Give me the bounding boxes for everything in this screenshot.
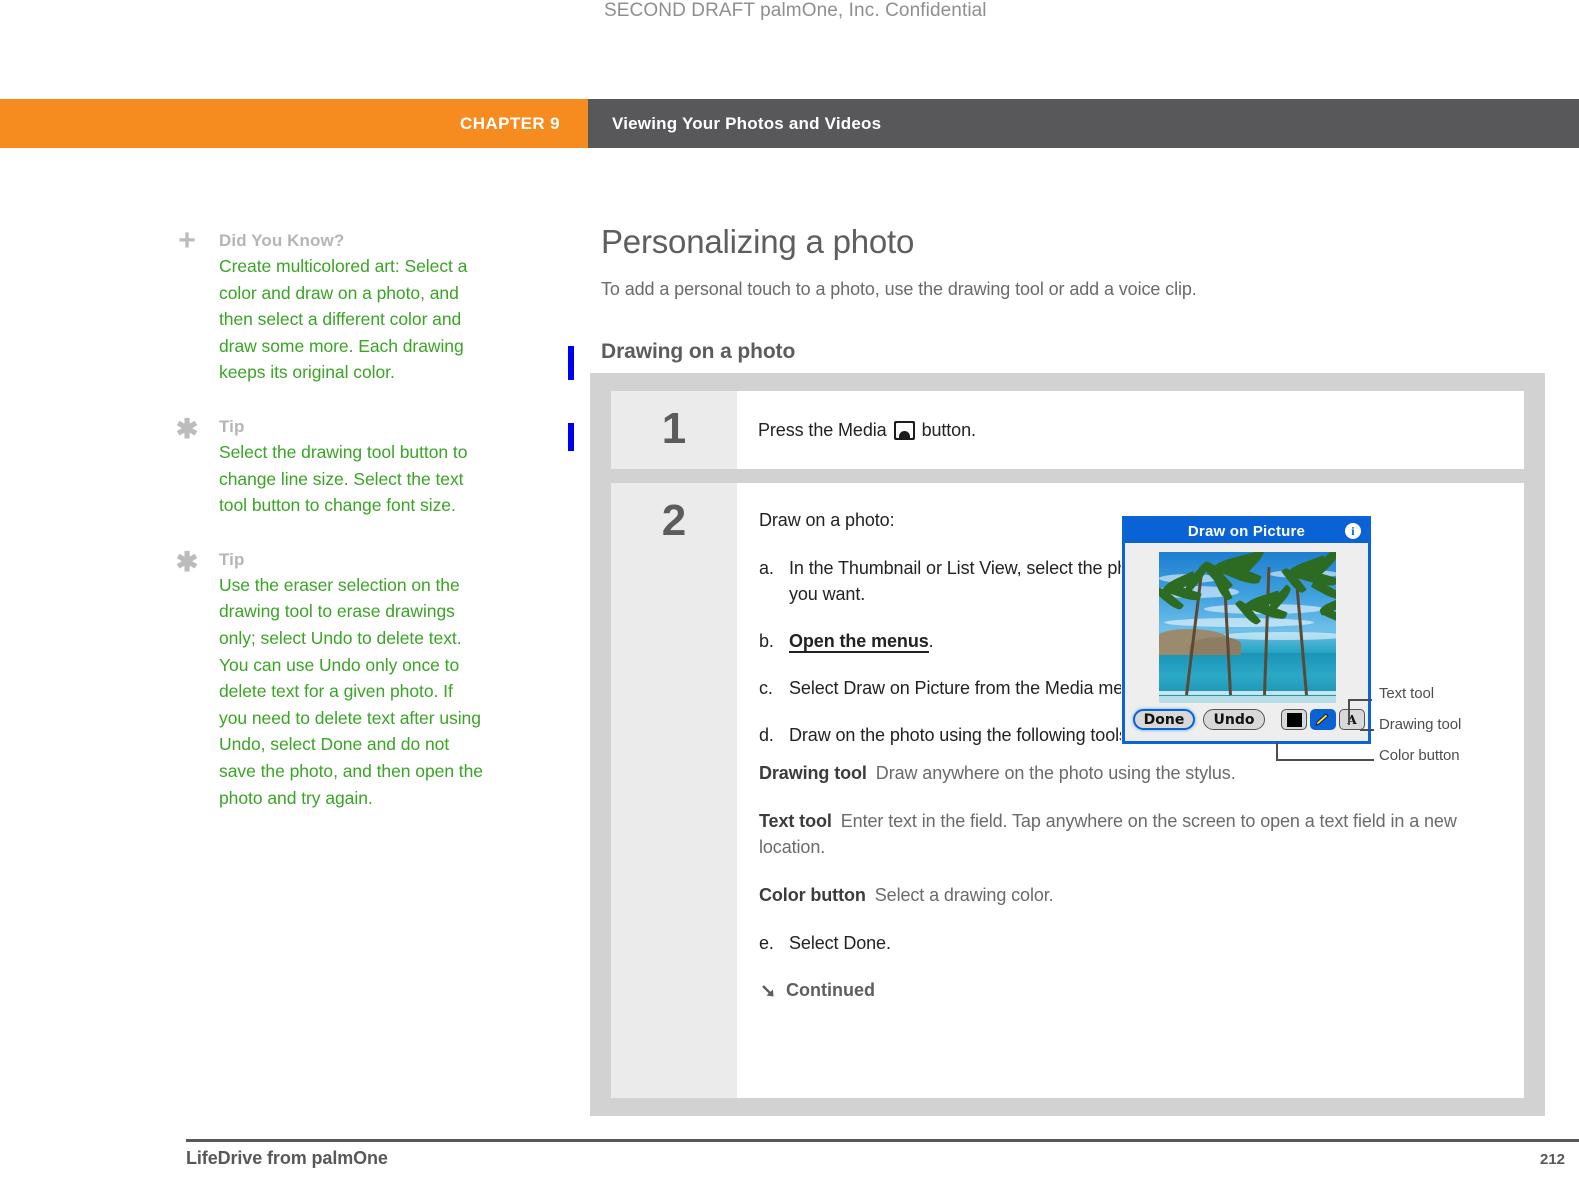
media-button-icon: [893, 420, 915, 440]
text-tool-button[interactable]: A: [1339, 709, 1365, 730]
tip-heading: Tip: [219, 416, 245, 436]
substep-b: b. Open the menus.: [759, 628, 1159, 654]
substep-e: e. Select Done.: [759, 930, 1504, 956]
sidebar-tips: + Did You Know? Create multicolored art:…: [173, 224, 573, 836]
footer-rule: [186, 1139, 1579, 1142]
step-2-lead: Draw on a photo:: [759, 510, 895, 530]
chapter-header-dark-band: Viewing Your Photos and Videos: [588, 99, 1579, 148]
arrow-down-right-icon: [759, 981, 779, 1001]
callout-leader-drawing-tool: [1360, 729, 1374, 731]
draft-watermark: SECOND DRAFT palmOne, Inc. Confidential: [604, 0, 987, 21]
tip-block-drawing-tool: ✱ Tip Select the drawing tool button to …: [173, 414, 573, 519]
step-number-cell: 1: [611, 391, 737, 469]
substep-marker: b.: [759, 631, 774, 651]
continued-indicator: Continued: [759, 980, 1504, 1001]
step-1-instruction: Press the Media button.: [758, 420, 976, 441]
substep-d: d. Draw on the photo using the following…: [759, 722, 1159, 748]
tip-body: Use the eraser selection on the drawing …: [219, 574, 483, 808]
drawing-tool-button[interactable]: [1310, 709, 1336, 730]
substep-c: c. Select Draw on Picture from the Media…: [759, 675, 1159, 701]
footer-product-name: LifeDrive from palmOne: [186, 1148, 388, 1168]
section-intro: To add a personal touch to a photo, use …: [601, 279, 1197, 299]
tip-heading: Did You Know?: [219, 231, 345, 250]
page-title: Viewing Your Photos and Videos: [612, 113, 882, 133]
device-photo: [1159, 552, 1336, 703]
substep-marker: d.: [759, 725, 774, 745]
footer-page-number: 212: [1540, 1151, 1566, 1168]
done-button[interactable]: Done: [1133, 709, 1195, 730]
pencil-icon: [1315, 712, 1329, 726]
section-title: Personalizing a photo: [601, 223, 915, 260]
step-1-text-after: button.: [921, 419, 976, 440]
tool-color: Color button Select a drawing color.: [759, 882, 1504, 908]
substep-text-wrap: Open the menus.: [789, 628, 934, 654]
tool-term: Color button: [759, 885, 866, 905]
foreshore: [1159, 696, 1336, 703]
tool-desc: Enter text in the field. Tap anywhere on…: [759, 811, 1457, 857]
chapter-label: CHAPTER 9: [460, 113, 560, 133]
step-body: Press the Media button.: [737, 391, 1524, 469]
tip-block-eraser: ✱ Tip Use the eraser selection on the dr…: [173, 547, 573, 811]
substep-text: Select Done.: [789, 933, 891, 953]
tool-desc: Select a drawing color.: [874, 885, 1054, 905]
open-the-menus-link[interactable]: Open the menus: [789, 631, 929, 653]
tip-block-did-you-know: + Did You Know? Create multicolored art:…: [173, 224, 573, 386]
callout-leader-color-vertical: [1276, 742, 1278, 760]
tool-desc: Draw anywhere on the photo using the sty…: [875, 763, 1236, 783]
steps-panel: 1 Press the Media button. 2 Draw on a ph…: [590, 373, 1545, 1116]
plus-icon: +: [178, 224, 196, 257]
step-2: 2 Draw on a photo: a. In the Thumbnail o…: [611, 483, 1524, 1098]
device-screenshot: Draw on Picture i Done Undo A: [1122, 516, 1371, 744]
chapter-header: CHAPTER 9 Viewing Your Photos and Videos: [0, 99, 1579, 148]
main-content: Personalizing a photo To add a personal …: [601, 222, 1541, 302]
callout-leader-text-tool-horizontal: [1348, 699, 1372, 701]
substep-marker: c.: [759, 678, 773, 698]
tool-descriptions: Drawing tool Draw anywhere on the photo u…: [759, 760, 1504, 908]
subsection-heading: Drawing on a photo: [601, 340, 796, 363]
device-button-bar: Done Undo A: [1125, 709, 1368, 735]
callout-leader-color-horizontal: [1276, 759, 1374, 761]
step-number-cell: 2: [611, 483, 737, 1098]
substep-text: Select Draw on Picture from the Media me…: [789, 678, 1148, 698]
callout-color-button: Color button: [1379, 747, 1460, 764]
step-2-substeps: Draw on a photo: a. In the Thumbnail or …: [759, 507, 1159, 748]
step-number: 1: [661, 404, 687, 453]
substep-a: a. In the Thumbnail or List View, select…: [759, 555, 1159, 607]
substep-text: Draw on the photo using the following to…: [789, 725, 1133, 745]
continued-label: Continued: [786, 980, 875, 1000]
substep-marker: a.: [759, 558, 774, 578]
rock-headland-2: [1189, 636, 1241, 655]
step-1: 1 Press the Media button.: [611, 391, 1524, 469]
tool-term: Text tool: [759, 811, 832, 831]
tip-body: Select the drawing tool button to change…: [219, 441, 468, 516]
tool-text: Text tool Enter text in the field. Tap an…: [759, 808, 1504, 860]
change-bar: [568, 346, 574, 380]
device-title-label: Draw on Picture: [1187, 522, 1306, 540]
tool-term: Drawing tool: [759, 763, 867, 783]
undo-button[interactable]: Undo: [1203, 709, 1265, 730]
tip-heading: Tip: [219, 549, 245, 569]
step-number: 2: [661, 496, 687, 545]
callout-drawing-tool: Drawing tool: [1379, 716, 1462, 733]
substep-marker: e.: [759, 933, 774, 953]
callout-leader-text-tool-vertical: [1348, 699, 1350, 725]
color-button[interactable]: [1281, 709, 1307, 730]
asterisk-icon: ✱: [175, 413, 199, 444]
device-title-bar: Draw on Picture i: [1125, 519, 1368, 543]
tip-body: Create multicolored art: Select a color …: [219, 256, 468, 383]
chapter-header-orange-band: CHAPTER 9: [0, 99, 588, 148]
callout-text-tool: Text tool: [1379, 685, 1434, 702]
step-1-text-before: Press the Media: [758, 419, 887, 440]
substep-text-tail: .: [928, 631, 934, 651]
change-bar: [568, 423, 574, 451]
substep-text: In the Thumbnail or List View, select th…: [789, 558, 1152, 604]
info-icon[interactable]: i: [1345, 523, 1361, 539]
asterisk-icon: ✱: [175, 546, 199, 577]
